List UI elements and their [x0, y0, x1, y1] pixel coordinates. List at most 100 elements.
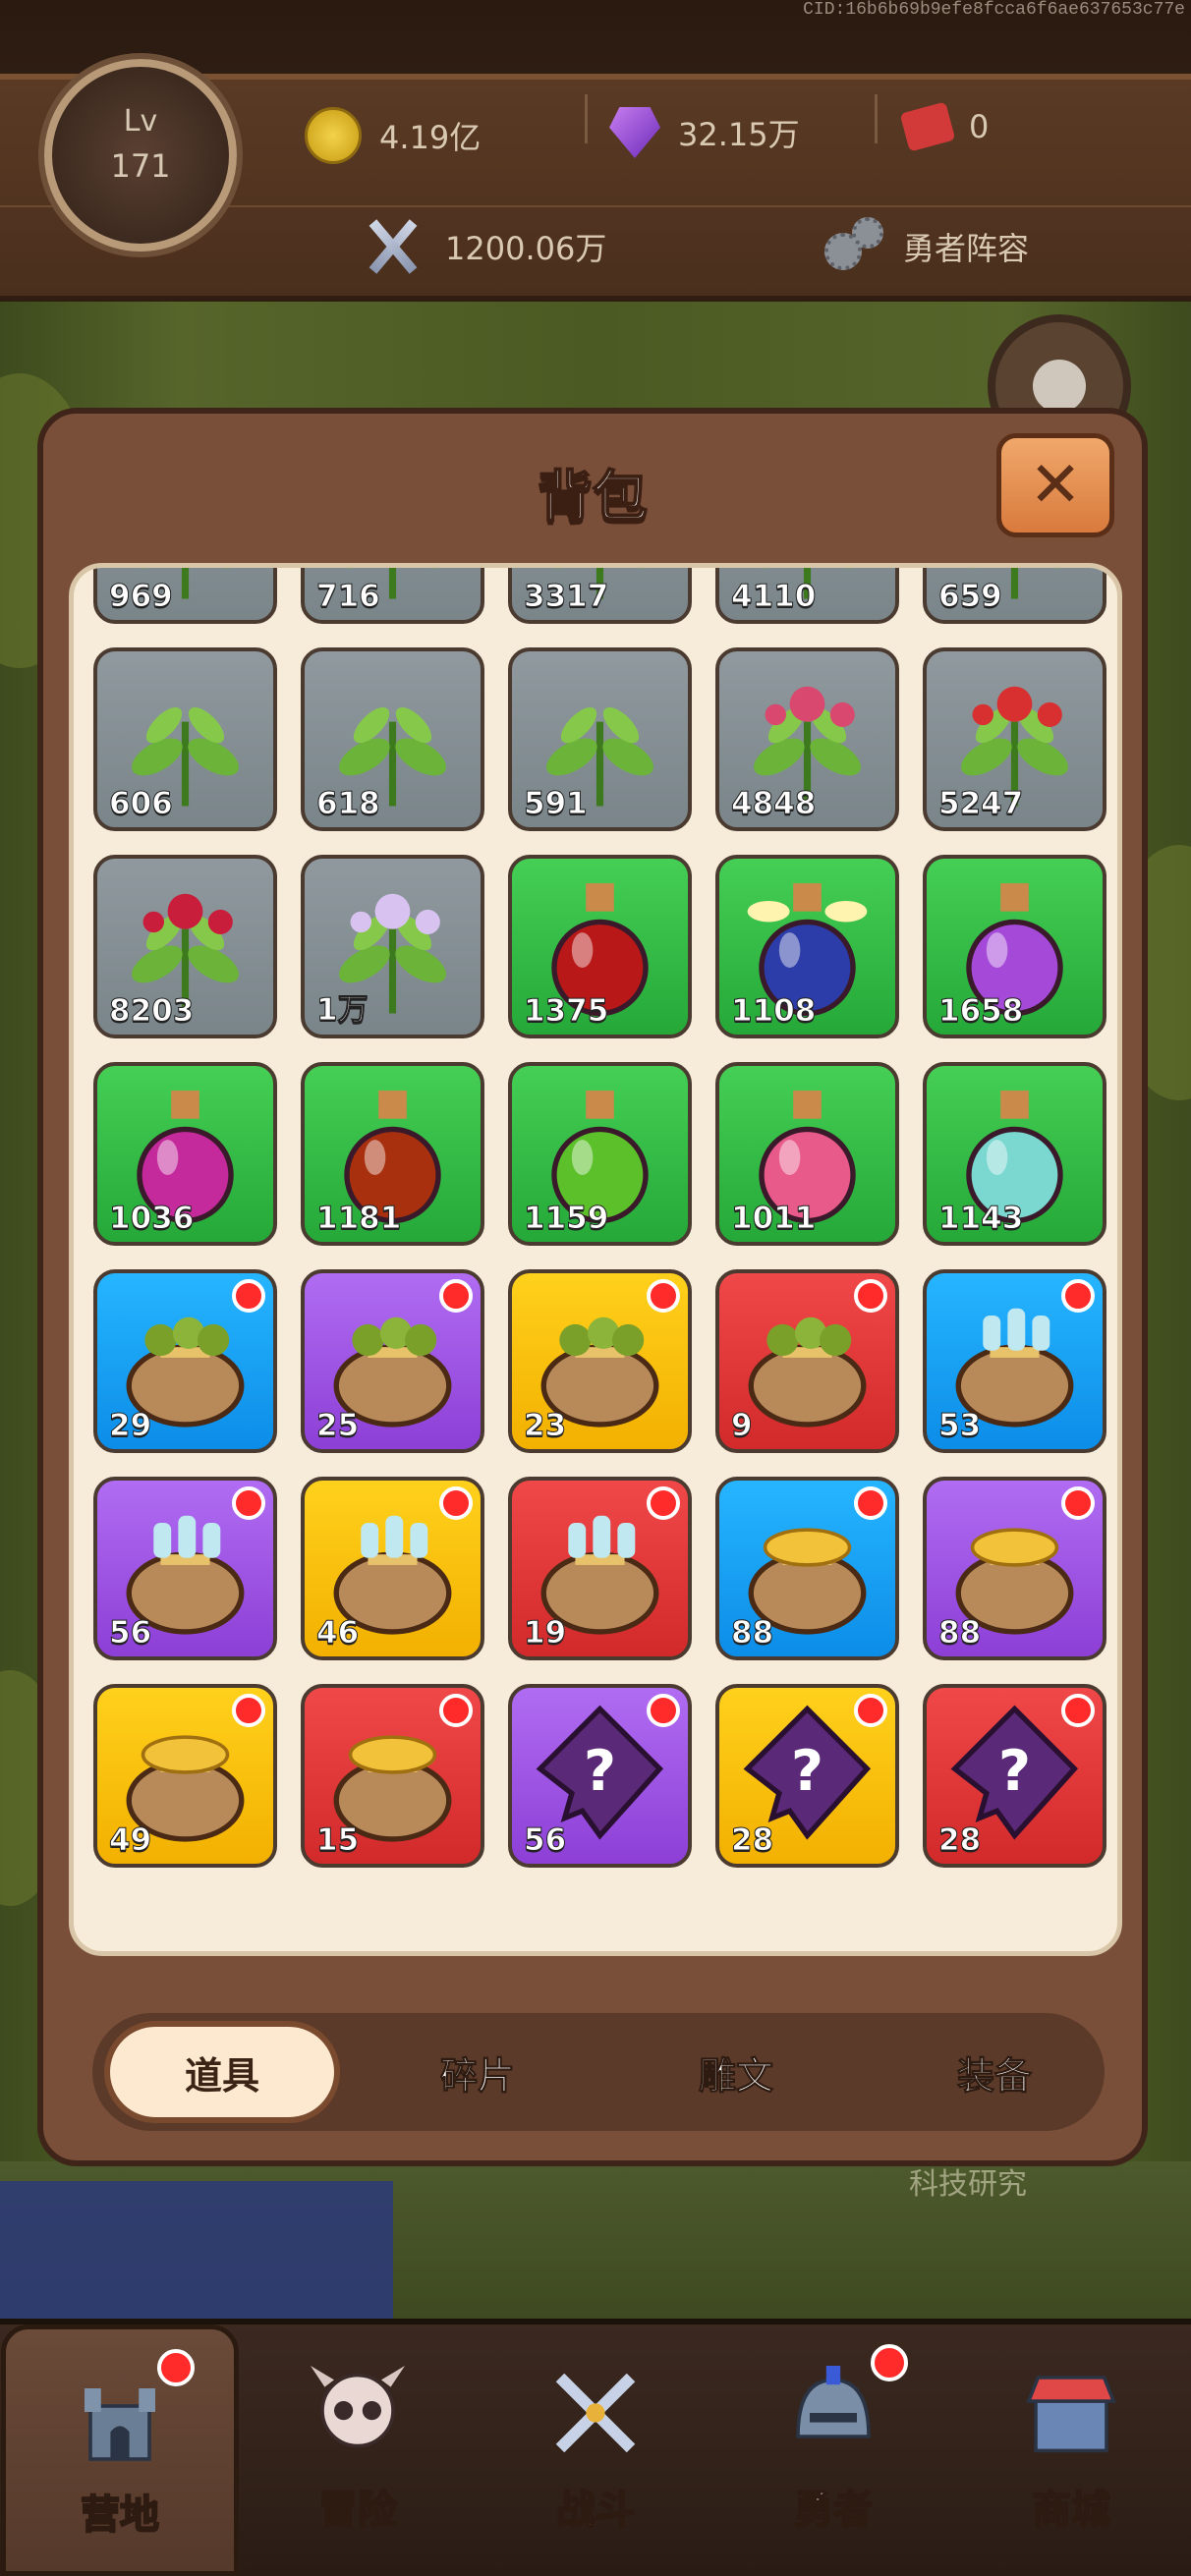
item-grid-scroll[interactable]: 969 716 3317 4110 659 606 618 591 4848 5247 8203 1万… — [69, 563, 1122, 1956]
tab-label: 道具 — [184, 2053, 259, 2098]
nav-castle[interactable]: 营地 — [1, 2324, 239, 2576]
item-count: 25 — [315, 1408, 360, 1444]
item-count: 1658 — [937, 993, 1024, 1030]
item-count: 4848 — [730, 786, 817, 822]
crossed-swords-icon — [359, 217, 427, 276]
inventory-item[interactable]: 1375 — [508, 855, 692, 1038]
inventory-item[interactable]: 25 — [301, 1269, 484, 1453]
inventory-item[interactable]: 618 — [301, 647, 484, 831]
nav-label: 战斗 — [555, 2487, 636, 2534]
inventory-item[interactable]: 3317 — [508, 568, 692, 624]
level-value: 171 — [110, 147, 171, 185]
inventory-item[interactable]: 4848 — [715, 647, 899, 831]
inventory-item[interactable]: 606 — [93, 647, 277, 831]
item-count: 19 — [523, 1615, 567, 1652]
ticket-counter[interactable]: 0 — [899, 101, 989, 152]
nav-label: 商城 — [1031, 2487, 1111, 2534]
item-grid: 969 716 3317 4110 659 606 618 591 4848 5247 8203 1万… — [93, 568, 1106, 1868]
inventory-item[interactable]: 5247 — [923, 647, 1106, 831]
notification-dot — [439, 1279, 473, 1313]
inventory-item[interactable]: ? 56 — [508, 1684, 692, 1868]
inventory-item[interactable]: 88 — [715, 1477, 899, 1660]
inventory-item[interactable]: 716 — [301, 568, 484, 624]
inventory-item[interactable]: 1159 — [508, 1062, 692, 1246]
tab-equipment[interactable]: 装备 — [877, 2021, 1112, 2123]
inventory-item[interactable]: 29 — [93, 1269, 277, 1453]
backpack-header: 背包 ✕ — [43, 414, 1142, 581]
tab-label: 雕文 — [698, 2053, 773, 2098]
inventory-item[interactable]: ? 28 — [923, 1684, 1106, 1868]
item-count: 88 — [937, 1615, 982, 1652]
inventory-item[interactable]: 1011 — [715, 1062, 899, 1246]
item-count: 46 — [315, 1615, 360, 1652]
level-prefix: Lv — [123, 104, 158, 139]
ticket-icon — [899, 101, 956, 152]
inventory-item[interactable]: 1143 — [923, 1062, 1106, 1246]
notification-dot — [854, 1486, 887, 1520]
svg-text:?: ? — [584, 1738, 616, 1804]
gem-value: 32.15万 — [678, 116, 800, 153]
inventory-item[interactable]: 1658 — [923, 855, 1106, 1038]
inventory-item[interactable]: 53 — [923, 1269, 1106, 1453]
inventory-item[interactable]: 1108 — [715, 855, 899, 1038]
item-count: 606 — [109, 786, 174, 822]
inventory-item[interactable]: 1181 — [301, 1062, 484, 1246]
hero-team-label: 勇者阵容 — [903, 230, 1030, 267]
nav-swords[interactable]: 战斗 — [477, 2324, 714, 2576]
hero-team-button[interactable]: 勇者阵容 — [821, 217, 1029, 276]
close-icon: ✕ — [1029, 449, 1082, 522]
notification-dot — [647, 1694, 680, 1727]
notification-dot — [854, 1279, 887, 1313]
castle-icon — [51, 2349, 195, 2477]
inventory-item[interactable]: 46 — [301, 1477, 484, 1660]
svg-text:?: ? — [791, 1738, 823, 1804]
gold-counter[interactable]: 4.19亿 — [305, 107, 481, 164]
notification-dot — [232, 1486, 265, 1520]
inventory-item[interactable]: 15 — [301, 1684, 484, 1868]
inventory-item[interactable]: 591 — [508, 647, 692, 831]
close-button[interactable]: ✕ — [996, 433, 1114, 537]
gears-icon — [821, 217, 889, 276]
inventory-item[interactable]: 1万 — [301, 855, 484, 1038]
dialog-title: 背包 — [537, 465, 649, 531]
tab-label: 碎片 — [439, 2053, 515, 2098]
notification-dot — [232, 1694, 265, 1727]
tab-fragments[interactable]: 碎片 — [360, 2021, 596, 2123]
nav-shop[interactable]: 商城 — [952, 2324, 1190, 2576]
notification-dot — [157, 2349, 195, 2386]
notification-dot — [647, 1279, 680, 1313]
inventory-item[interactable]: ? 28 — [715, 1684, 899, 1868]
item-count: 1万 — [316, 992, 369, 1029]
player-level-badge[interactable]: Lv 171 — [44, 59, 237, 252]
tab-label: 装备 — [956, 2053, 1032, 2098]
item-count: 1108 — [730, 993, 817, 1030]
nav-helmet[interactable]: 勇者 — [714, 2324, 952, 2576]
inventory-item[interactable]: 88 — [923, 1477, 1106, 1660]
item-count: 88 — [730, 1615, 774, 1652]
nav-skull[interactable]: 冒险 — [239, 2324, 477, 2576]
inventory-item[interactable]: 23 — [508, 1269, 692, 1453]
nav-label: 营地 — [80, 2492, 160, 2539]
inventory-item[interactable]: 1036 — [93, 1062, 277, 1246]
item-count: 29 — [108, 1408, 152, 1444]
tab-glyphs[interactable]: 雕文 — [618, 2021, 854, 2123]
gem-counter[interactable]: 32.15万 — [609, 107, 800, 158]
item-count: 53 — [937, 1408, 982, 1444]
inventory-item[interactable]: 19 — [508, 1477, 692, 1660]
tab-items[interactable]: 道具 — [104, 2021, 340, 2123]
item-count: 3317 — [523, 579, 609, 615]
inventory-item[interactable]: 659 — [923, 568, 1106, 624]
inventory-item[interactable]: 8203 — [93, 855, 277, 1038]
power-value: 1200.06万 — [445, 230, 607, 267]
item-count: 56 — [108, 1615, 152, 1652]
inventory-item[interactable]: 9 — [715, 1269, 899, 1453]
shop-icon — [1002, 2354, 1140, 2472]
inventory-item[interactable]: 4110 — [715, 568, 899, 624]
item-count: 9 — [731, 1408, 754, 1444]
item-count: 56 — [523, 1822, 567, 1859]
inventory-item[interactable]: 969 — [93, 568, 277, 624]
combat-power: 1200.06万 — [359, 217, 606, 276]
item-count: 618 — [316, 786, 381, 822]
inventory-item[interactable]: 49 — [93, 1684, 277, 1868]
inventory-item[interactable]: 56 — [93, 1477, 277, 1660]
